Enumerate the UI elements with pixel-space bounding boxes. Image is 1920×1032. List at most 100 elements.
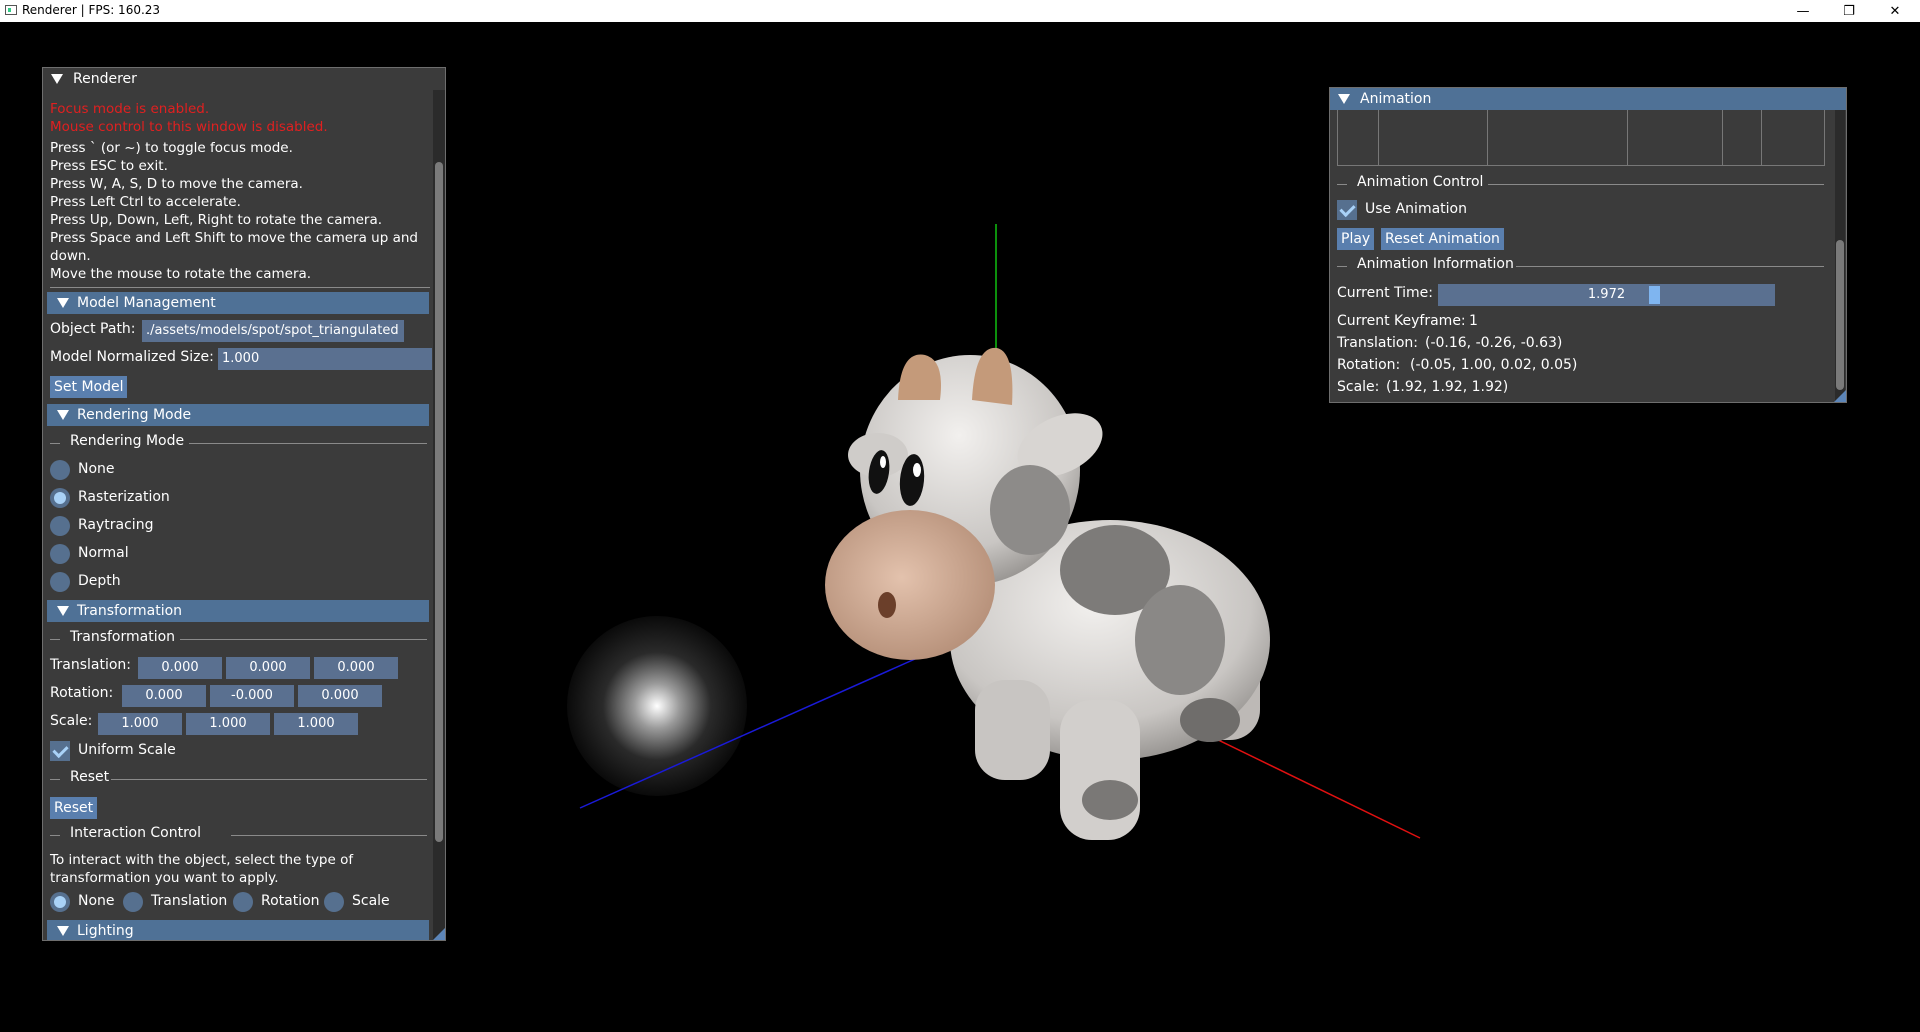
renderer-panel: Renderer Focus mode is enabled. Mouse co… bbox=[42, 67, 446, 941]
divider bbox=[1488, 184, 1824, 185]
scale-x-input[interactable]: 1.000 bbox=[98, 713, 182, 735]
interaction-help-text: transformation you want to apply. bbox=[50, 870, 279, 886]
interaction-radio-none-label: None bbox=[78, 893, 115, 909]
rotation-x-input[interactable]: 0.000 bbox=[122, 685, 206, 707]
current-time-value: 1.972 bbox=[1587, 287, 1626, 302]
animation-panel-scrollbar[interactable] bbox=[1835, 110, 1845, 402]
timeline-divider bbox=[1378, 110, 1379, 165]
anim-translation-value: (-0.16, -0.26, -0.63) bbox=[1425, 335, 1563, 351]
collapse-arrow-icon[interactable] bbox=[1338, 94, 1350, 104]
maximize-button[interactable]: ❐ bbox=[1826, 0, 1872, 22]
model-management-header-label: Model Management bbox=[77, 295, 216, 311]
separator-dash bbox=[1337, 266, 1347, 267]
timeline-divider bbox=[1761, 110, 1762, 165]
renderer-panel-scrollbar[interactable] bbox=[433, 90, 445, 940]
divider bbox=[189, 443, 427, 444]
rotation-y-input[interactable]: -0.000 bbox=[210, 685, 294, 707]
scale-y-input[interactable]: 1.000 bbox=[186, 713, 270, 735]
uniform-scale-label: Uniform Scale bbox=[78, 742, 176, 758]
interaction-radio-rotation[interactable] bbox=[233, 892, 253, 912]
divider bbox=[111, 779, 427, 780]
scrollbar-thumb[interactable] bbox=[435, 162, 443, 842]
interaction-control-separator: Interaction Control bbox=[70, 825, 202, 841]
resize-grip[interactable] bbox=[1834, 390, 1846, 402]
cow-model bbox=[825, 347, 1270, 840]
instruction-line: Press Left Ctrl to accelerate. bbox=[50, 194, 241, 210]
timeline-divider bbox=[1722, 110, 1723, 165]
mouse-warning: Mouse control to this window is disabled… bbox=[50, 119, 328, 135]
play-button[interactable]: Play bbox=[1337, 228, 1375, 250]
current-time-slider[interactable]: 1.972 bbox=[1438, 284, 1775, 306]
model-management-header[interactable]: Model Management bbox=[47, 292, 429, 314]
window-title-bar: Renderer | FPS: 160.23 — ❐ ✕ bbox=[0, 0, 1920, 22]
object-path-input[interactable]: ./assets/models/spot/spot_triangulated bbox=[142, 320, 404, 342]
uniform-scale-checkbox[interactable] bbox=[50, 741, 70, 761]
collapse-arrow-icon[interactable] bbox=[57, 926, 69, 936]
animation-information-separator: Animation Information bbox=[1357, 256, 1514, 272]
interaction-help-text: To interact with the object, select the … bbox=[50, 852, 354, 868]
separator-dash bbox=[50, 639, 60, 640]
divider bbox=[50, 287, 430, 288]
reset-button[interactable]: Reset bbox=[50, 797, 98, 819]
scale-label: Scale: bbox=[50, 713, 93, 729]
radio-rasterization[interactable] bbox=[50, 488, 70, 508]
instruction-line: Press ` (or ~) to toggle focus mode. bbox=[50, 140, 293, 156]
separator-dash bbox=[50, 835, 60, 836]
radio-none[interactable] bbox=[50, 460, 70, 480]
use-animation-checkbox[interactable] bbox=[1337, 200, 1357, 220]
scale-z-input[interactable]: 1.000 bbox=[274, 713, 358, 735]
interaction-radio-scale[interactable] bbox=[324, 892, 344, 912]
collapse-arrow-icon[interactable] bbox=[57, 298, 69, 308]
interaction-radio-none[interactable] bbox=[50, 892, 70, 912]
normalized-size-input[interactable]: 1.000 bbox=[218, 348, 432, 370]
reset-separator: Reset bbox=[70, 769, 110, 785]
instruction-line: Press ESC to exit. bbox=[50, 158, 168, 174]
instruction-line: Move the mouse to rotate the camera. bbox=[50, 266, 312, 282]
animation-control-separator: Animation Control bbox=[1357, 174, 1484, 190]
renderer-panel-title[interactable]: Renderer bbox=[43, 68, 445, 90]
instruction-line: Press W, A, S, D to move the camera. bbox=[50, 176, 303, 192]
translation-z-input[interactable]: 0.000 bbox=[314, 657, 398, 679]
slider-grab[interactable] bbox=[1649, 286, 1661, 304]
radio-raytracing[interactable] bbox=[50, 516, 70, 536]
animation-panel-title-text: Animation bbox=[1360, 91, 1432, 107]
transformation-header[interactable]: Transformation bbox=[47, 600, 429, 622]
rendering-mode-header-label: Rendering Mode bbox=[77, 407, 192, 423]
radio-normal[interactable] bbox=[50, 544, 70, 564]
resize-grip[interactable] bbox=[433, 928, 445, 940]
close-button[interactable]: ✕ bbox=[1872, 0, 1918, 22]
use-animation-label: Use Animation bbox=[1365, 201, 1467, 217]
radio-depth[interactable] bbox=[50, 572, 70, 592]
collapse-arrow-icon[interactable] bbox=[57, 606, 69, 616]
minimize-button[interactable]: — bbox=[1780, 0, 1826, 22]
translation-x-input[interactable]: 0.000 bbox=[138, 657, 222, 679]
focus-warning: Focus mode is enabled. bbox=[50, 101, 210, 117]
separator-dash bbox=[50, 443, 60, 444]
rotation-z-input[interactable]: 0.000 bbox=[298, 685, 382, 707]
interaction-radio-translation[interactable] bbox=[123, 892, 143, 912]
scrollbar-thumb[interactable] bbox=[1836, 240, 1844, 390]
translation-y-input[interactable]: 0.000 bbox=[226, 657, 310, 679]
object-path-label: Object Path: bbox=[50, 321, 136, 337]
lighting-header[interactable]: Lighting bbox=[47, 920, 429, 940]
collapse-arrow-icon[interactable] bbox=[57, 410, 69, 420]
transformation-separator: Transformation bbox=[70, 629, 176, 645]
app-icon bbox=[5, 5, 17, 15]
animation-panel-title[interactable]: Animation bbox=[1330, 88, 1846, 110]
rendering-mode-separator: Rendering Mode bbox=[70, 433, 185, 449]
divider bbox=[231, 835, 427, 836]
reset-animation-button[interactable]: Reset Animation bbox=[1381, 228, 1504, 250]
radio-normal-label: Normal bbox=[78, 545, 129, 561]
current-keyframe-label: Current Keyframe: bbox=[1337, 313, 1466, 329]
rendering-mode-header[interactable]: Rendering Mode bbox=[47, 404, 429, 426]
keyframe-timeline[interactable] bbox=[1337, 110, 1825, 166]
anim-rotation-value: (-0.05, 1.00, 0.02, 0.05) bbox=[1410, 357, 1578, 373]
set-model-button[interactable]: Set Model bbox=[50, 376, 128, 398]
anim-scale-value: (1.92, 1.92, 1.92) bbox=[1386, 379, 1509, 395]
instruction-line: down. bbox=[50, 248, 91, 264]
current-keyframe-value: 1 bbox=[1469, 313, 1478, 329]
separator-dash bbox=[1337, 184, 1347, 185]
divider bbox=[1516, 266, 1824, 267]
collapse-arrow-icon[interactable] bbox=[51, 74, 63, 84]
anim-scale-label: Scale: bbox=[1337, 379, 1380, 395]
